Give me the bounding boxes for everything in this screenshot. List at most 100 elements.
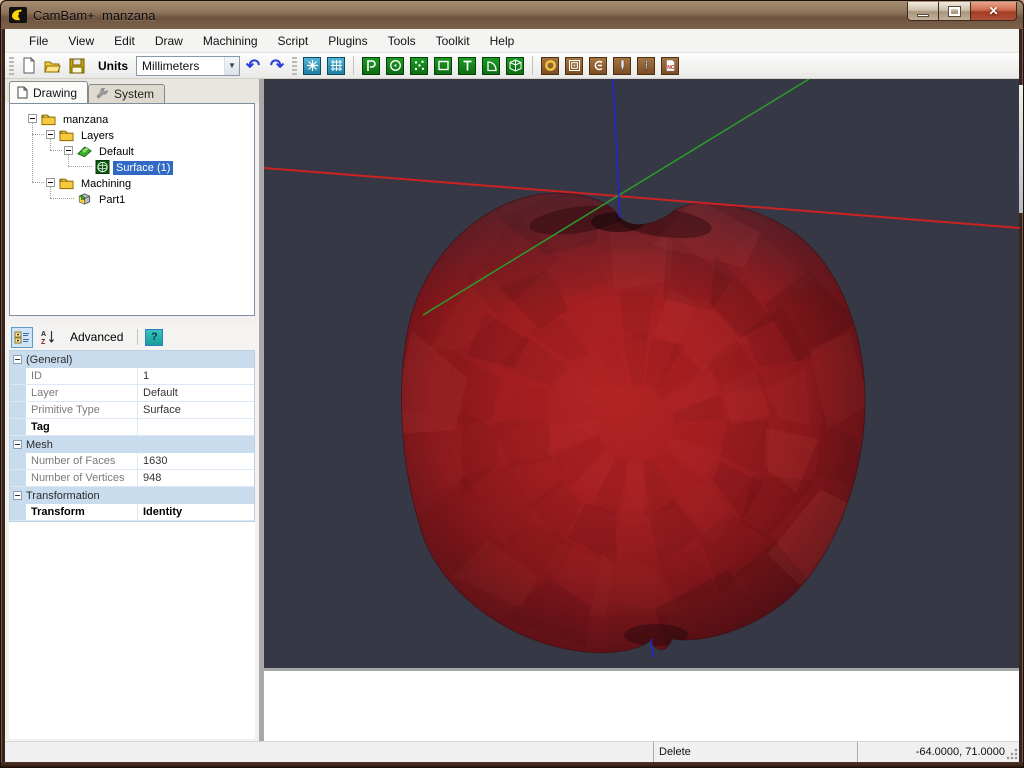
tab-drawing[interactable]: Drawing — [9, 81, 88, 103]
property-value[interactable]: 1630 — [138, 453, 254, 469]
surface-icon — [95, 160, 110, 174]
folder-icon — [59, 176, 74, 190]
machine-pocket-button[interactable] — [563, 55, 585, 77]
tree-item-label-selected: Surface (1) — [113, 161, 173, 175]
property-value[interactable]: Surface — [138, 402, 254, 418]
menu-help[interactable]: Help — [480, 31, 525, 51]
circle-icon — [389, 59, 402, 72]
undo-button[interactable]: ↶ — [242, 55, 264, 77]
tree-expander[interactable] — [28, 114, 37, 123]
redo-icon: ↷ — [270, 57, 284, 74]
tree-connector — [32, 118, 33, 182]
maximize-button[interactable] — [939, 2, 971, 21]
toolbar-grip — [9, 57, 14, 75]
machine-engrave-button[interactable] — [587, 55, 609, 77]
right-area — [264, 79, 1019, 741]
menu-file[interactable]: File — [19, 31, 58, 51]
tree-item-layers[interactable]: Layers — [78, 128, 117, 144]
property-value[interactable] — [138, 419, 254, 435]
sort-az-icon: AZ — [40, 329, 56, 345]
property-row-primitive-type: Primitive TypeSurface — [10, 402, 254, 419]
help-button[interactable]: ? — [145, 329, 163, 346]
app-logo-icon — [9, 7, 27, 23]
draw-arc-button[interactable] — [480, 55, 502, 77]
menu-plugins[interactable]: Plugins — [318, 31, 377, 51]
tree-item-machining[interactable]: Machining — [78, 176, 134, 192]
property-toolbar: AZ Advanced ? — [5, 324, 259, 350]
text-icon — [461, 59, 474, 72]
menu-toolkit[interactable]: Toolkit — [426, 31, 480, 51]
tab-system[interactable]: System — [88, 84, 165, 103]
panel-empty-area — [9, 522, 255, 739]
menu-machining[interactable]: Machining — [193, 31, 268, 51]
status-coordinates-pane: -64.0000, 71.0000 — [857, 742, 1019, 762]
alphabetical-sort-button[interactable]: AZ — [37, 327, 59, 348]
pocket-icon — [568, 59, 581, 72]
draw-text-button[interactable] — [456, 55, 478, 77]
advanced-button[interactable]: Advanced — [63, 327, 130, 348]
menu-tools[interactable]: Tools — [378, 31, 426, 51]
cursor-coordinates: -64.0000, 71.0000 — [916, 746, 1005, 758]
category-label: Transformation — [26, 490, 100, 502]
property-category[interactable]: Mesh — [10, 436, 254, 453]
titlebar[interactable]: CamBam+ manzana ✕ — [1, 1, 1023, 29]
tree-item-label: Part1 — [96, 193, 128, 207]
post-gcode-button[interactable]: NC — [659, 55, 681, 77]
menu-script[interactable]: Script — [268, 31, 319, 51]
property-value[interactable]: Identity — [138, 504, 254, 520]
status-action: Delete — [659, 746, 691, 758]
tree-item-default-layer[interactable]: Default — [96, 144, 137, 160]
minimize-button[interactable] — [907, 2, 939, 21]
property-name: Tag — [26, 419, 138, 435]
tree-connector — [68, 166, 92, 167]
machine-profile-button[interactable] — [611, 55, 633, 77]
draw-points-button[interactable] — [408, 55, 430, 77]
collapse-icon[interactable] — [13, 355, 22, 364]
help-icon: ? — [151, 331, 158, 343]
rectangle-icon — [437, 59, 450, 72]
draw-surface-button[interactable] — [504, 55, 526, 77]
window-controls: ✕ — [907, 2, 1017, 21]
toggle-grid-button[interactable] — [325, 55, 347, 77]
tree-expander[interactable] — [64, 146, 73, 155]
property-value[interactable]: 948 — [138, 470, 254, 486]
tree-item-surface[interactable]: Surface (1) — [113, 160, 173, 176]
points-icon — [413, 59, 426, 72]
redo-button[interactable]: ↷ — [266, 55, 288, 77]
units-value: Millimeters — [137, 59, 224, 73]
x-axis — [264, 168, 1020, 228]
draw-circle-button[interactable] — [384, 55, 406, 77]
close-button[interactable]: ✕ — [971, 2, 1017, 21]
property-name: Number of Faces — [26, 453, 138, 469]
collapse-icon[interactable] — [13, 491, 22, 500]
tree-expander[interactable] — [46, 178, 55, 187]
property-row-vertices: Number of Vertices948 — [10, 470, 254, 487]
draw-polyline-button[interactable] — [360, 55, 382, 77]
viewport-3d[interactable] — [264, 79, 1019, 671]
collapse-icon[interactable] — [13, 440, 22, 449]
machine-lathe-button[interactable] — [635, 55, 657, 77]
property-grid: (General) ID1 LayerDefault Primitive Typ… — [9, 350, 255, 522]
panel-horizontal-splitter[interactable] — [5, 316, 259, 324]
property-value[interactable]: Default — [138, 385, 254, 401]
engrave-icon — [592, 59, 605, 72]
property-value[interactable]: 1 — [138, 368, 254, 384]
menu-view[interactable]: View — [58, 31, 104, 51]
save-file-button[interactable] — [66, 55, 88, 77]
tree-item-part1[interactable]: Part1 — [96, 192, 128, 208]
open-file-button[interactable] — [42, 55, 64, 77]
tab-system-label: System — [114, 87, 154, 101]
toggle-axes-button[interactable] — [301, 55, 323, 77]
units-combobox[interactable]: Millimeters ▼ — [136, 56, 240, 76]
machine-drill-button[interactable] — [539, 55, 561, 77]
categorized-view-button[interactable] — [11, 327, 33, 348]
tree-item-manzana[interactable]: manzana — [60, 112, 111, 128]
draw-rectangle-button[interactable] — [432, 55, 454, 77]
tree-expander[interactable] — [46, 130, 55, 139]
resize-grip[interactable] — [1006, 748, 1018, 760]
property-category[interactable]: (General) — [10, 351, 254, 368]
menu-edit[interactable]: Edit — [104, 31, 145, 51]
property-category[interactable]: Transformation — [10, 487, 254, 504]
new-file-button[interactable] — [18, 55, 40, 77]
menu-draw[interactable]: Draw — [145, 31, 193, 51]
